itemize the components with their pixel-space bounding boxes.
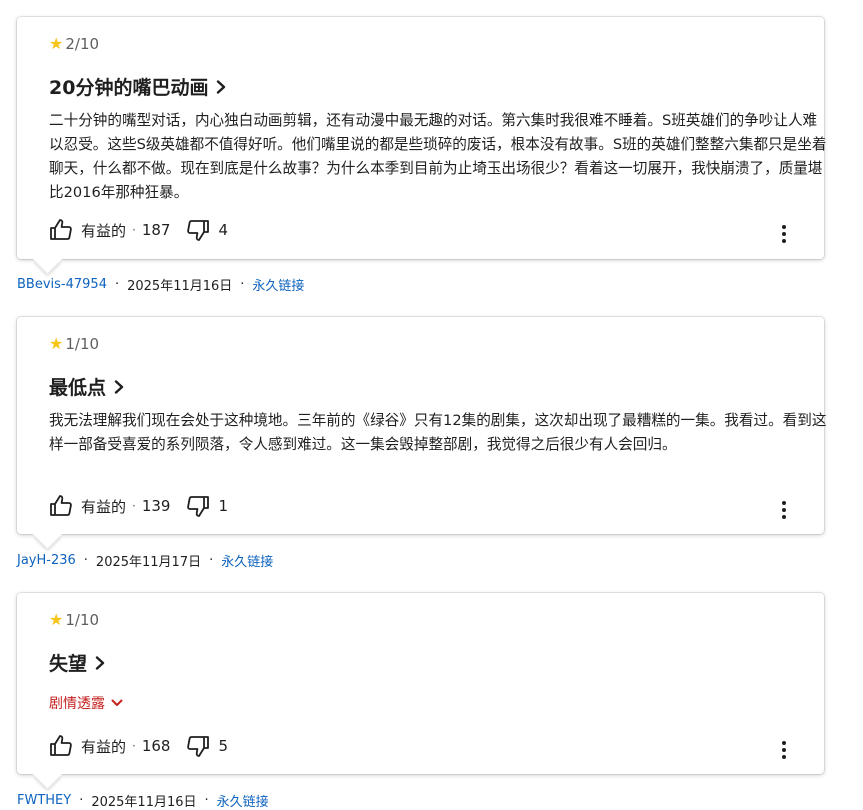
vote-bar: 有益的 · 139 1 <box>49 494 228 518</box>
review-card: ★ 1/10 失望 剧情透露 有益的 · 168 5 <box>17 593 824 774</box>
review-card: ★ 2/10 20分钟的嘴巴动画 二十分钟的嘴型对话，内心独白动画剪辑，还有动漫… <box>17 17 826 259</box>
helpful-button[interactable]: 有益的 <box>49 734 126 758</box>
more-options-button[interactable] <box>774 738 794 762</box>
author-link[interactable]: JayH-236 <box>17 553 76 568</box>
review-title: 20分钟的嘴巴动画 <box>49 77 209 99</box>
thumb-up-icon <box>50 495 72 516</box>
downvote-count: 5 <box>218 737 229 755</box>
chevron-down-icon <box>111 699 123 706</box>
rating-value: 2/10 <box>65 35 100 53</box>
more-vert-icon <box>782 225 786 243</box>
separator-dot: · <box>209 553 214 568</box>
thumb-down-icon <box>187 496 210 517</box>
star-icon: ★ <box>49 610 64 629</box>
rating-value: 1/10 <box>65 611 100 629</box>
chevron-right-icon <box>114 379 124 394</box>
review-1: ★ 2/10 20分钟的嘴巴动画 二十分钟的嘴型对话，内心独白动画剪辑，还有动漫… <box>17 17 826 294</box>
more-options-button[interactable] <box>774 222 794 246</box>
chevron-right-icon <box>217 79 226 94</box>
downvote-count: 1 <box>218 497 229 515</box>
review-body: 我无法理解我们现在会处于这种境地。三年前的《绿谷》只有12集的剧集，这次却出现了… <box>49 412 827 453</box>
not-helpful-button[interactable]: 4 <box>186 218 228 242</box>
review-title: 最低点 <box>49 377 107 399</box>
thumb-down-icon <box>187 736 210 757</box>
review-body: 二十分钟的嘴型对话，内心独白动画剪辑，还有动漫中最无趣的对话。第六集时我很难不睡… <box>49 112 827 201</box>
helpful-label: 有益的 <box>81 497 127 516</box>
review-card: ★ 1/10 最低点 我无法理解我们现在会处于这种境地。三年前的《绿谷》只有12… <box>17 317 826 534</box>
thumb-down-icon <box>187 220 210 241</box>
more-vert-icon <box>782 741 786 759</box>
upvote-count: 168 <box>141 737 171 755</box>
review-meta: FWTHEY · 2025年11月16日 · 永久链接 <box>17 791 269 810</box>
separator-dot: · <box>132 223 136 237</box>
review-rating: ★ 1/10 <box>49 335 99 353</box>
not-helpful-button[interactable]: 5 <box>186 734 228 758</box>
upvote-count: 187 <box>141 221 171 239</box>
not-helpful-button[interactable]: 1 <box>186 494 228 518</box>
downvote-count: 4 <box>218 221 229 239</box>
star-icon: ★ <box>49 334 64 353</box>
thumb-up-icon <box>50 219 72 240</box>
review-2: ★ 1/10 最低点 我无法理解我们现在会处于这种境地。三年前的《绿谷》只有12… <box>17 317 826 570</box>
spoiler-label: 剧情透露 <box>49 696 105 712</box>
more-options-button[interactable] <box>774 498 794 522</box>
helpful-button[interactable]: 有益的 <box>49 218 126 242</box>
chevron-right-icon <box>95 655 105 670</box>
separator-dot: · <box>79 793 84 808</box>
review-meta: BBevis-47954 · 2025年11月16日 · 永久链接 <box>17 275 304 294</box>
author-link[interactable]: BBevis-47954 <box>17 277 107 292</box>
vote-bar: 有益的 · 168 5 <box>49 734 228 758</box>
review-rating: ★ 1/10 <box>49 611 99 629</box>
review-date: 2025年11月16日 <box>127 279 233 294</box>
review-rating: ★ 2/10 <box>49 35 99 53</box>
rating-value: 1/10 <box>65 335 100 353</box>
review-3: ★ 1/10 失望 剧情透露 有益的 · 168 5 FWTHEY · 2025… <box>17 593 824 810</box>
separator-dot: · <box>114 277 120 292</box>
separator-dot: · <box>132 739 136 753</box>
helpful-label: 有益的 <box>81 221 127 240</box>
vote-bar: 有益的 · 187 4 <box>49 218 228 242</box>
separator-dot: · <box>204 793 209 808</box>
author-link[interactable]: FWTHEY <box>17 793 71 808</box>
star-icon: ★ <box>49 34 64 53</box>
separator-dot: · <box>132 499 136 513</box>
thumb-up-icon <box>50 735 72 756</box>
review-date: 2025年11月17日 <box>95 555 202 570</box>
review-title-link[interactable]: 20分钟的嘴巴动画 <box>49 73 228 100</box>
upvote-count: 139 <box>141 497 171 515</box>
spoiler-toggle[interactable]: 剧情透露 <box>49 693 123 713</box>
review-date: 2025年11月16日 <box>91 795 197 810</box>
review-meta: JayH-236 · 2025年11月17日 · 永久链接 <box>17 551 273 570</box>
separator-dot: · <box>240 277 245 292</box>
review-title-link[interactable]: 失望 <box>49 649 107 676</box>
helpful-button[interactable]: 有益的 <box>49 494 126 518</box>
permalink-link[interactable]: 永久链接 <box>252 275 304 294</box>
review-title-link[interactable]: 最低点 <box>49 373 126 400</box>
separator-dot: · <box>83 553 88 568</box>
more-vert-icon <box>782 501 786 519</box>
permalink-link[interactable]: 永久链接 <box>217 791 269 810</box>
permalink-link[interactable]: 永久链接 <box>221 551 273 570</box>
helpful-label: 有益的 <box>81 737 127 756</box>
review-title: 失望 <box>49 653 88 675</box>
